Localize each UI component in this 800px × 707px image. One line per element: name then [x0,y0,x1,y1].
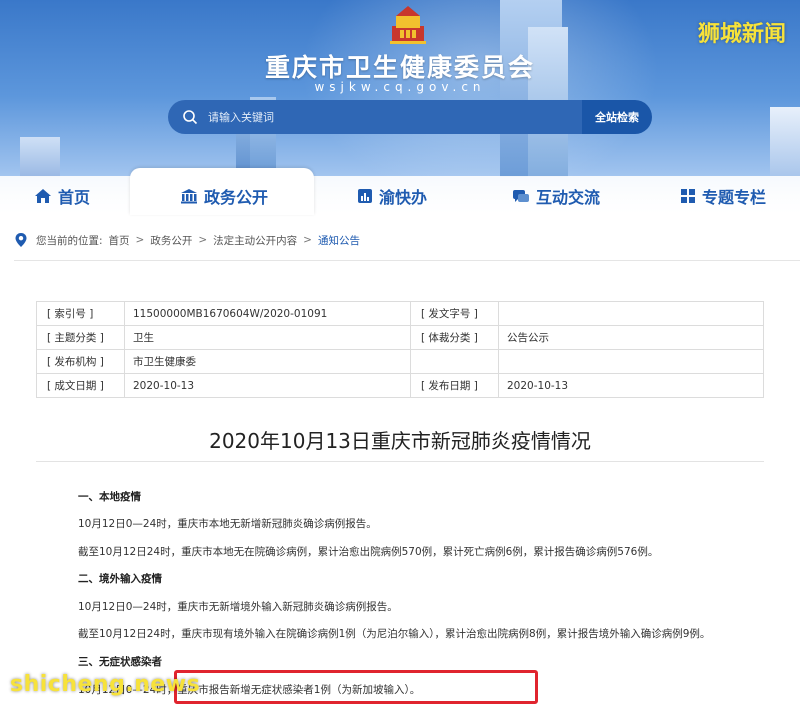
meta-value: 2020-10-13 [498,373,764,398]
emblem-icon [390,6,426,44]
meta-key: [ 体裁分类 ] [410,325,499,350]
site-search-button[interactable]: 全站检索 [582,100,652,134]
table-row: [ 主题分类 ] 卫生 [ 体裁分类 ] 公告公示 [36,325,764,350]
grid-icon [681,188,695,203]
nav-item-interaction[interactable]: 互动交流 [512,176,600,215]
red-highlight-box [174,670,538,704]
breadcrumb-link-legal[interactable]: 法定主动公开内容 [213,233,297,248]
nav-item-label: 渝快办 [379,187,428,207]
skyline-building [770,107,800,177]
site-title: 重庆市卫生健康委员会 [264,53,535,82]
nav-item-special-topics[interactable]: 专题专栏 [680,176,766,215]
breadcrumb-link-home[interactable]: 首页 [109,233,130,248]
breadcrumb-separator: > [198,234,208,246]
divider [14,260,800,261]
watermark-shicheng-news: shicheng.news [10,672,201,697]
meta-value [498,301,764,326]
meta-value [498,349,764,374]
chat-icon [513,189,529,202]
search-input[interactable] [208,100,568,134]
article-paragraph: 截至10月12日24时，重庆市本地无在院确诊病例，累计治愈出院病例570例，累计… [78,546,659,558]
article-paragraph: 10月12日0—24时，重庆市本地无新增新冠肺炎确诊病例报告。 [78,518,377,530]
breadcrumb-prefix: 您当前的位置: [36,234,103,247]
table-row: [ 发布机构 ] 市卫生健康委 [36,349,764,374]
nav-item-label: 专题专栏 [702,187,767,207]
meta-key: [ 发布日期 ] [410,373,499,398]
breadcrumb-link-gov[interactable]: 政务公开 [150,233,192,248]
breadcrumb: 您当前的位置: 首页 > 政务公开 > 法定主动公开内容 > 通知公告 [14,230,360,250]
nav-item-label: 首页 [58,187,91,207]
breadcrumb-current[interactable]: 通知公告 [318,233,360,248]
article-title: 2020年10月13日重庆市新冠肺炎疫情情况 [209,429,591,453]
main-nav: 首页 政务公开 渝快办 互动交流 专题专栏 [0,168,800,215]
location-pin-icon [15,233,27,247]
chart-icon [358,188,372,203]
search-box [168,100,582,134]
document-meta-table: [ 索引号 ] 11500000MB1670604W/2020-01091 [ … [36,301,764,398]
watermark-logo: 狮城新闻 [697,22,786,47]
meta-key: [ 成文日期 ] [36,373,125,398]
home-icon [35,188,51,203]
table-row: [ 成文日期 ] 2020-10-13 [ 发布日期 ] 2020-10-13 [36,373,764,398]
building-icon [181,188,197,203]
meta-key: [ 主题分类 ] [36,325,125,350]
meta-key: [ 发文字号 ] [410,301,499,326]
nav-item-label: 互动交流 [536,187,601,207]
meta-value: 公告公示 [498,325,764,350]
meta-key [410,349,499,374]
breadcrumb-separator: > [303,234,312,246]
site-url: wsjkw.cq.gov.cn [314,80,486,94]
nav-item-government-affairs[interactable]: 政务公开 [180,176,268,215]
meta-value: 市卫生健康委 [124,349,411,374]
section-heading: 二、境外输入疫情 [78,573,162,585]
meta-value: 2020-10-13 [124,373,411,398]
meta-key: [ 发布机构 ] [36,349,125,374]
divider [36,461,764,462]
search-icon [183,110,198,125]
nav-item-yukuaiban[interactable]: 渝快办 [357,176,427,215]
nav-item-label: 政务公开 [204,187,269,207]
article-paragraph: 截至10月12日24时，重庆市现有境外输入在院确诊病例1例（为尼泊尔输入），累计… [78,628,711,640]
breadcrumb-separator: > [135,234,145,246]
table-row: [ 索引号 ] 11500000MB1670604W/2020-01091 [ … [36,301,764,326]
meta-value: 11500000MB1670604W/2020-01091 [124,301,411,326]
section-heading: 一、本地疫情 [78,491,141,503]
meta-value: 卫生 [124,325,411,350]
nav-item-home[interactable]: 首页 [34,176,90,215]
meta-key: [ 索引号 ] [36,301,125,326]
article-paragraph: 10月12日0—24时，重庆市无新增境外输入新冠肺炎确诊病例报告。 [78,601,398,613]
section-heading: 三、无症状感染者 [78,656,162,668]
